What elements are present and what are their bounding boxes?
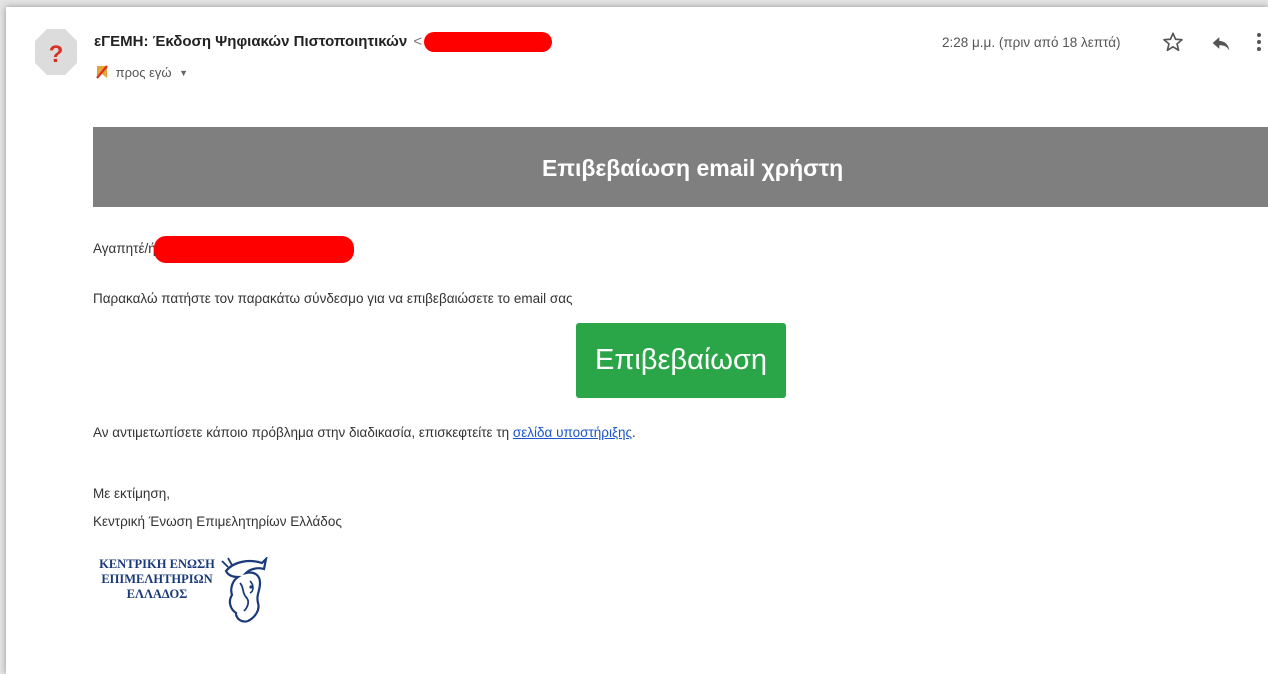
caret-down-icon[interactable]: ▼ <box>179 68 188 78</box>
greeting-text: Αγαπητέ/ή <box>93 241 156 257</box>
confirm-email-button[interactable]: Επιβεβαίωση <box>576 323 786 398</box>
logo-wordmark: ΚΕΝΤΡΙΚΗ ΕΝΩΣΗ ΕΠΙΜΕΛΗΤΗΡΙΩΝ ΕΛΛΑΔΟΣ <box>99 557 215 601</box>
instruction-text: Παρακαλώ πατήστε τον παρακάτω σύνδεσμο γ… <box>93 291 573 306</box>
email-view: ? εΓΕΜΗ: Έκδοση Ψηφιακών Πιστοποιητικών … <box>6 7 1268 674</box>
sender-address-redaction <box>424 32 553 52</box>
recipient-name-redaction <box>153 236 354 263</box>
email-subject: εΓΕΜΗ: Έκδοση Ψηφιακών Πιστοποιητικών < <box>94 32 553 52</box>
banner-title: Επιβεβαίωση email χρήστη <box>542 155 844 181</box>
problem-text: Αν αντιμετωπίσετε κάποιο πρόβλημα στην δ… <box>93 425 513 440</box>
subject-text: εΓΕΜΗ: Έκδοση Ψηφιακών Πιστοποιητικών <box>94 32 408 50</box>
email-timestamp: 2:28 μ.μ. (πριν από 18 λεπτά) <box>942 35 1121 50</box>
unknown-sender-icon[interactable]: ? <box>34 27 78 77</box>
recipient-line[interactable]: προς εγώ ▼ <box>96 65 188 82</box>
problem-suffix: . <box>632 425 636 440</box>
svg-text:?: ? <box>49 41 64 68</box>
message-banner: Επιβεβαίωση email χρήστη <box>93 127 1268 207</box>
important-label-icon <box>96 65 108 82</box>
sender-address-prefix: < <box>413 32 423 50</box>
support-paragraph: Αν αντιμετωπίσετε κάποιο πρόβλημα στην δ… <box>93 425 636 440</box>
hermes-head-icon <box>220 555 270 630</box>
reply-icon[interactable] <box>1211 33 1231 53</box>
organization-logo: ΚΕΝΤΡΙΚΗ ΕΝΩΣΗ ΕΠΙΜΕΛΗΤΗΡΙΩΝ ΕΛΛΑΔΟΣ <box>92 555 274 630</box>
star-icon[interactable] <box>1162 31 1184 53</box>
more-vertical-icon[interactable] <box>1256 31 1262 53</box>
greeting-line: Αγαπητέ/ή <box>93 236 354 263</box>
regards-text: Με εκτίμηση, <box>93 486 170 501</box>
recipient-label: προς εγώ <box>115 65 172 80</box>
support-page-link[interactable]: σελίδα υποστήριξης <box>513 425 632 440</box>
signature-text: Κεντρική Ένωση Επιμελητηρίων Ελλάδος <box>93 514 342 529</box>
